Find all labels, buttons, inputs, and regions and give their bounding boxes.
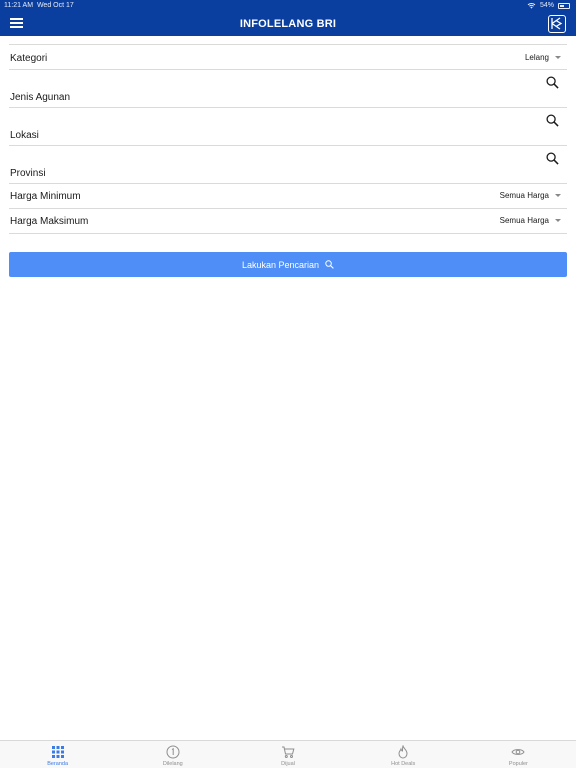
search-icon[interactable] <box>546 114 559 127</box>
search-submit-button[interactable]: Lakukan Pencarian <box>9 252 567 277</box>
bottom-tab-bar: Beranda Dilelang Dijual Hot Deals Popule… <box>0 740 576 768</box>
status-right: 54% <box>527 0 570 11</box>
provinsi-row[interactable]: Provinsi <box>9 146 567 184</box>
tab-dijual[interactable]: Dijual <box>230 741 345 768</box>
tab-dilelang[interactable]: Dilelang <box>115 741 230 768</box>
harga-maksimum-value: Semua Harga <box>499 216 549 225</box>
bri-logo-icon[interactable] <box>548 15 566 33</box>
search-submit-label: Lakukan Pencarian <box>241 259 320 270</box>
tab-label: Hot Deals <box>391 761 416 767</box>
harga-minimum-label: Harga Minimum <box>10 191 81 202</box>
kategori-value: Lelang <box>524 53 549 62</box>
tab-label: Dijual <box>281 761 295 767</box>
auction-icon <box>166 745 180 759</box>
tab-label: Dilelang <box>162 761 183 767</box>
kategori-label: Kategori <box>10 53 48 64</box>
harga-minimum-row[interactable]: Harga Minimum Semua Harga <box>9 184 567 209</box>
kategori-row[interactable]: Kategori Lelang <box>9 44 567 70</box>
tab-populer[interactable]: Populer <box>461 741 576 768</box>
search-icon[interactable] <box>546 152 559 165</box>
status-time: 11:21 AM <box>4 2 34 9</box>
search-icon[interactable] <box>546 76 559 89</box>
jenis-agunan-label: Jenis Agunan <box>10 92 71 103</box>
status-time-date: 11:21 AM Wed Oct 17 <box>4 0 74 11</box>
lokasi-label: Lokasi <box>10 130 39 141</box>
provinsi-label: Provinsi <box>10 168 46 179</box>
tab-label: Beranda <box>47 761 68 767</box>
harga-maksimum-label: Harga Maksimum <box>10 216 89 227</box>
app-header: 11:21 AM Wed Oct 17 54% INFOLELANG BRI <box>0 0 576 36</box>
fire-icon <box>396 745 410 759</box>
tab-hot-deals[interactable]: Hot Deals <box>346 741 461 768</box>
lokasi-row[interactable]: Lokasi <box>9 108 567 146</box>
search-form: Kategori Lelang Jenis Agunan Lokasi Prov… <box>9 44 567 234</box>
caret-down-icon <box>555 194 561 197</box>
page-title: INFOLELANG BRI <box>239 18 337 30</box>
cart-icon <box>281 745 295 759</box>
tab-beranda[interactable]: Beranda <box>0 741 115 768</box>
harga-minimum-select[interactable]: Semua Harga <box>500 191 561 200</box>
battery-icon <box>558 2 570 9</box>
caret-down-icon <box>555 56 561 59</box>
caret-down-icon <box>555 219 561 222</box>
status-date: Wed Oct 17 <box>36 2 74 9</box>
kategori-select[interactable]: Lelang <box>525 53 561 62</box>
harga-minimum-value: Semua Harga <box>499 191 549 200</box>
harga-maksimum-select[interactable]: Semua Harga <box>500 216 561 225</box>
wifi-icon <box>527 2 536 9</box>
battery-percent: 54% <box>539 2 554 9</box>
eye-icon <box>511 745 525 759</box>
search-icon <box>325 260 334 269</box>
tab-label: Populer <box>508 761 528 767</box>
status-bar: 11:21 AM Wed Oct 17 54% <box>0 0 576 11</box>
grid-icon <box>51 745 65 759</box>
harga-maksimum-row[interactable]: Harga Maksimum Semua Harga <box>9 209 567 234</box>
jenis-agunan-row[interactable]: Jenis Agunan <box>9 70 567 108</box>
